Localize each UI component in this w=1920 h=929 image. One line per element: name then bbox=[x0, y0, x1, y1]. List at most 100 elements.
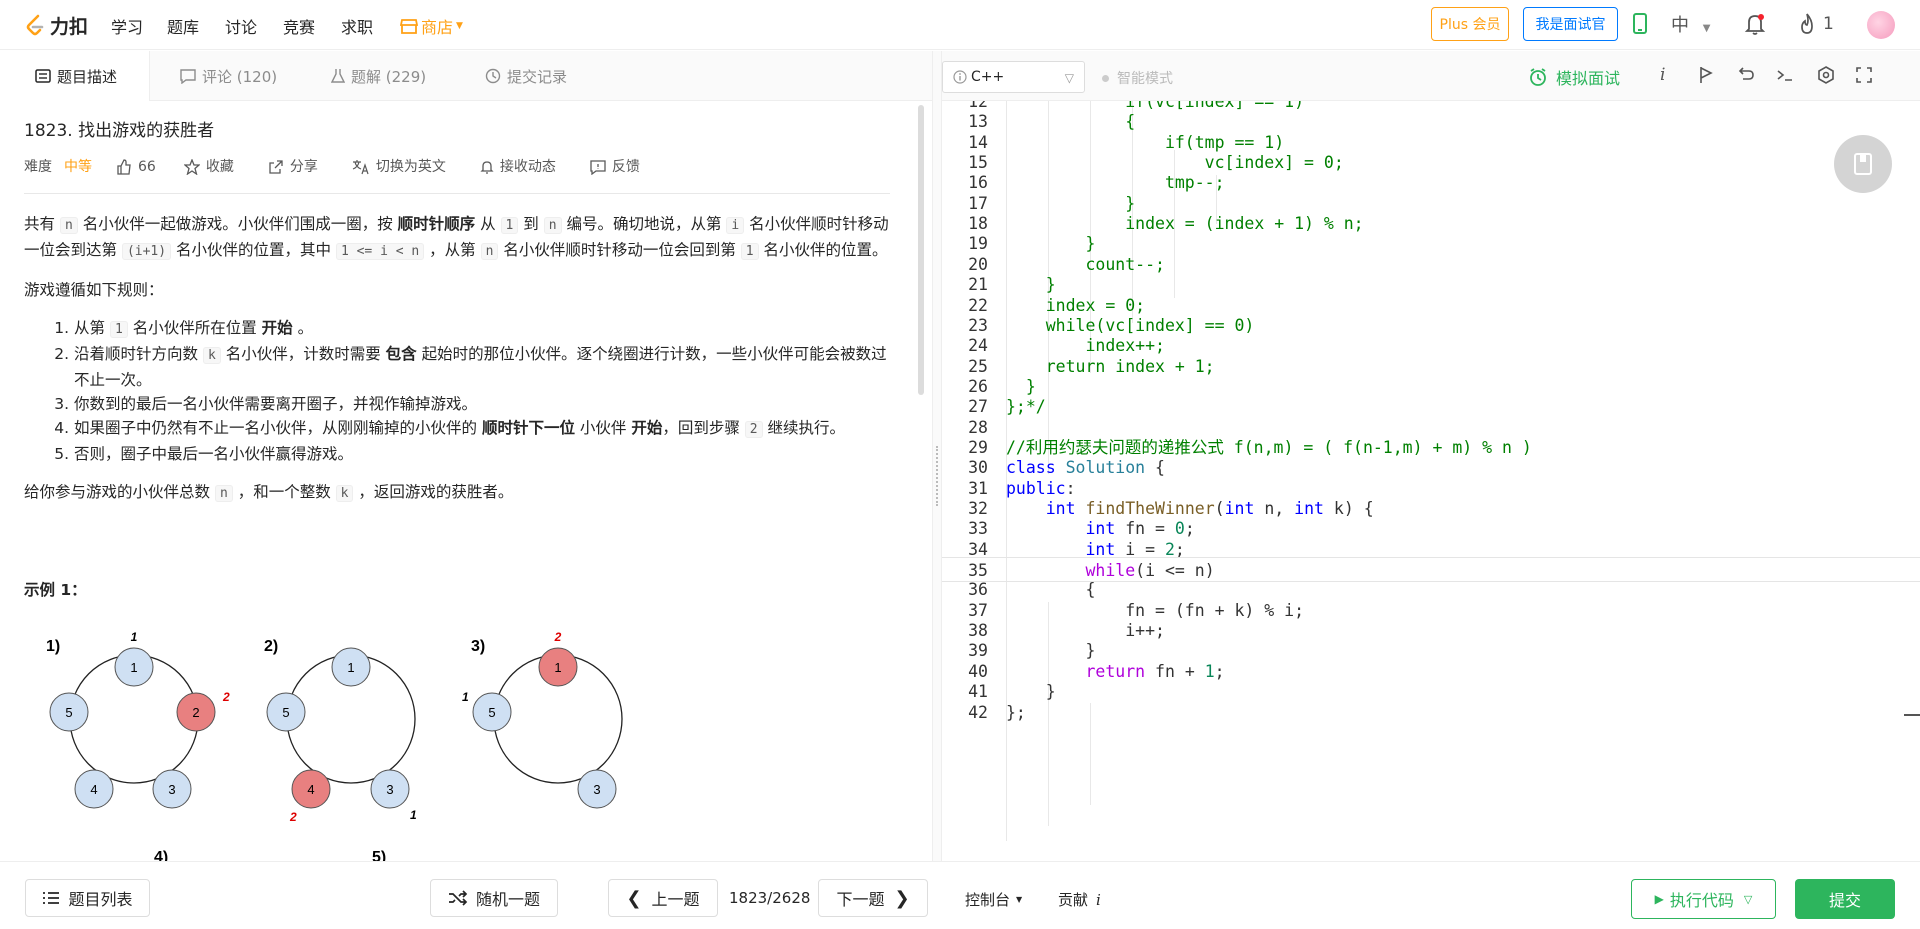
bell-icon[interactable] bbox=[1744, 12, 1766, 40]
terminal-icon[interactable] bbox=[1776, 65, 1794, 89]
shuffle-icon bbox=[448, 890, 468, 906]
text: 名小伙伴的位置，其中 bbox=[171, 241, 336, 259]
step-label: 5) bbox=[372, 849, 386, 861]
text: 到 bbox=[518, 215, 544, 233]
inline-code: 1 <= i < n bbox=[335, 243, 425, 260]
nav-jobs[interactable]: 求职 bbox=[341, 14, 373, 38]
problem-tabs: 题目描述 评论 (120) 题解 (229) 提交记录 bbox=[0, 51, 932, 101]
nav-contest[interactable]: 竞赛 bbox=[283, 14, 315, 38]
tab-description-label: 题目描述 bbox=[57, 67, 118, 86]
contribute-label: 贡献 bbox=[1058, 891, 1089, 909]
chevron-right-icon: ❯ bbox=[894, 887, 910, 909]
nav-problemset[interactable]: 题库 bbox=[167, 14, 199, 38]
step-label: 3) bbox=[471, 638, 485, 655]
description-scrollbar[interactable] bbox=[918, 105, 924, 395]
prev-problem-button[interactable]: ❮ 上一题 bbox=[608, 879, 718, 917]
mock-interview-button[interactable]: 模拟面试 bbox=[1528, 65, 1620, 89]
bold-text: 顺时针顺序 bbox=[397, 215, 476, 233]
problem-list-label: 题目列表 bbox=[68, 890, 133, 909]
example-diagram: 1) 1 2 3 4 5 1 2 2) 1 3 4 5 1 2 3) 1 3 5… bbox=[46, 630, 623, 861]
step-label: 1) bbox=[46, 638, 60, 655]
text: 如果圈子中仍然有不止一名小伙伴，从刚刚输掉的小伙伴的 bbox=[74, 419, 482, 437]
code-line[interactable]: 42}; bbox=[942, 700, 1920, 725]
tab-solutions[interactable]: 题解 (229) bbox=[331, 51, 426, 101]
play-icon: ▶ bbox=[1654, 892, 1664, 906]
console-toggle[interactable]: 控制台 ▼ bbox=[965, 889, 1022, 910]
notebook-button[interactable] bbox=[1834, 135, 1892, 193]
text: 名小伙伴的位置。 bbox=[758, 241, 888, 259]
inline-code: 1 bbox=[740, 243, 759, 260]
problem-content: 1823. 找出游戏的获胜者 难度 中等 66 收藏 分享 切换为英文 接收动态… bbox=[24, 101, 894, 861]
caret-down-icon: ▼ bbox=[456, 21, 463, 31]
count-label: 1 bbox=[410, 808, 417, 822]
panel-splitter[interactable] bbox=[932, 51, 942, 861]
rules-list: 从第 1 名小伙伴所在位置 开始 。 沿着顺时针方向数 k 名小伙伴，计数时需要… bbox=[24, 316, 890, 466]
inline-code: (i+1) bbox=[121, 243, 172, 260]
tab-description[interactable]: 题目描述 bbox=[0, 51, 150, 101]
doc-icon bbox=[35, 69, 51, 83]
streak-counter[interactable]: 1 bbox=[1797, 12, 1834, 36]
leetcode-logo[interactable]: 力扣 bbox=[24, 12, 88, 39]
run-code-label: 执行代码 bbox=[1669, 891, 1734, 910]
caret-down-icon: ▼ bbox=[1016, 895, 1023, 904]
node-label: 1 bbox=[554, 660, 561, 675]
code-editor[interactable]: 12 if(vc[index] == 1) 13 {14 if(tmp == 1)… bbox=[942, 101, 1920, 861]
favorite-button[interactable]: 收藏 bbox=[183, 155, 234, 179]
switch-english-button[interactable]: 切换为英文 bbox=[352, 155, 446, 179]
text: ，从第 bbox=[424, 241, 481, 259]
nav-discuss[interactable]: 讨论 bbox=[225, 14, 257, 38]
submit-button[interactable]: 提交 bbox=[1795, 879, 1895, 919]
avatar[interactable] bbox=[1867, 11, 1895, 39]
chevron-down-icon: ▽ bbox=[1743, 892, 1753, 906]
count-label: 2 bbox=[554, 630, 562, 644]
chevron-down-icon: ▽ bbox=[1064, 71, 1074, 85]
run-code-button[interactable]: ▶ 执行代码 ▽ bbox=[1631, 879, 1776, 919]
text: 从第 bbox=[74, 319, 110, 337]
alarm-clock-icon bbox=[1530, 68, 1546, 86]
divider bbox=[24, 193, 890, 194]
reset-icon[interactable] bbox=[1737, 65, 1755, 89]
step-label: 2) bbox=[264, 638, 278, 655]
mock-interview-label: 模拟面试 bbox=[1556, 69, 1621, 88]
tab-comments-label: 评论 (120) bbox=[202, 67, 278, 86]
bold-text: 开始 bbox=[261, 319, 293, 337]
settings-icon[interactable] bbox=[1816, 65, 1836, 89]
count-label: 1 bbox=[131, 630, 138, 644]
smart-mode-toggle[interactable]: 智能模式 bbox=[1102, 68, 1173, 88]
contribute-button[interactable]: 贡献 i bbox=[1058, 889, 1101, 910]
share-button[interactable]: 分享 bbox=[268, 155, 318, 179]
language-switch[interactable]: 中 ▼ bbox=[1671, 11, 1710, 37]
mobile-icon[interactable] bbox=[1632, 12, 1648, 40]
feedback-button[interactable]: 反馈 bbox=[590, 155, 640, 179]
interviewer-button[interactable]: 我是面试官 bbox=[1523, 7, 1618, 41]
switch-english-label: 切换为英文 bbox=[375, 159, 446, 175]
tab-comments[interactable]: 评论 (120) bbox=[180, 51, 277, 101]
info-icon bbox=[953, 70, 967, 84]
language-select[interactable]: C++ ▽ bbox=[942, 61, 1085, 93]
feedback-icon bbox=[590, 160, 606, 175]
tab-submissions[interactable]: 提交记录 bbox=[485, 51, 567, 101]
splitter-handle[interactable] bbox=[936, 446, 938, 506]
count-label: 1 bbox=[462, 690, 469, 704]
fullscreen-icon[interactable] bbox=[1855, 65, 1873, 89]
next-problem-button[interactable]: 下一题 ❯ bbox=[818, 879, 928, 917]
nav-store[interactable]: 商店 ▼ bbox=[400, 14, 463, 38]
text: 共有 bbox=[24, 215, 60, 233]
nav-learn[interactable]: 学习 bbox=[111, 14, 143, 38]
notify-button[interactable]: 接收动态 bbox=[480, 155, 556, 179]
node-label: 4 bbox=[90, 782, 97, 797]
bold-text: 顺时针下一位 bbox=[481, 419, 575, 437]
node-label: 2 bbox=[192, 705, 199, 720]
count-label: 2 bbox=[289, 810, 297, 824]
info-italic-icon[interactable]: i bbox=[1660, 65, 1665, 85]
plus-member-button[interactable]: Plus 会员 bbox=[1431, 7, 1509, 41]
random-problem-button[interactable]: 随机一题 bbox=[430, 879, 558, 917]
node-label: 1 bbox=[347, 660, 354, 675]
share-icon bbox=[269, 160, 283, 174]
flag-icon[interactable] bbox=[1698, 65, 1714, 89]
bold-text: 包含 bbox=[385, 345, 417, 363]
like-button[interactable]: 66 bbox=[116, 155, 156, 179]
problem-list-button[interactable]: 题目列表 bbox=[25, 879, 150, 917]
inline-code: n bbox=[59, 217, 78, 234]
comment-icon bbox=[180, 68, 196, 84]
